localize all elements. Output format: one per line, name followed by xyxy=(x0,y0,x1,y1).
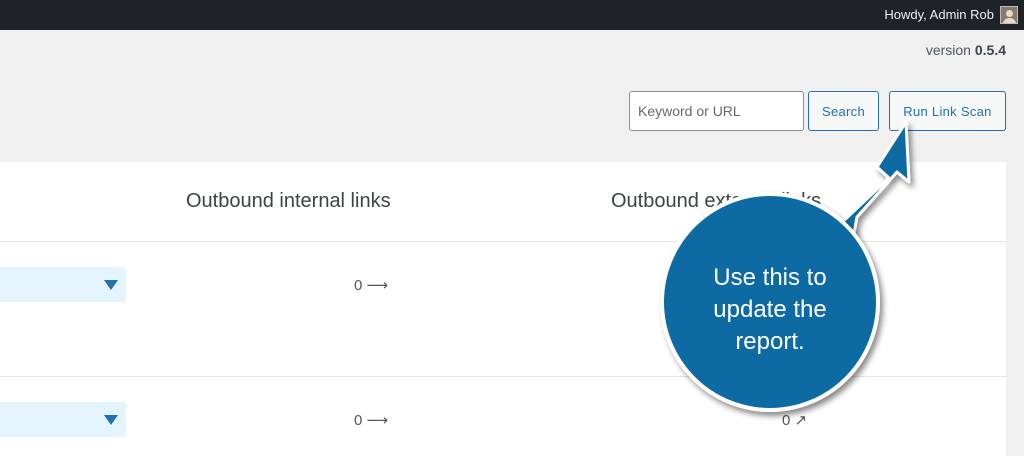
callout-text: Use this to update the report. xyxy=(662,262,878,358)
callout-overlay xyxy=(660,120,911,412)
callout-line: Use this to xyxy=(713,264,827,291)
callout-line: update the xyxy=(713,296,827,323)
callout-line: report. xyxy=(735,328,805,355)
